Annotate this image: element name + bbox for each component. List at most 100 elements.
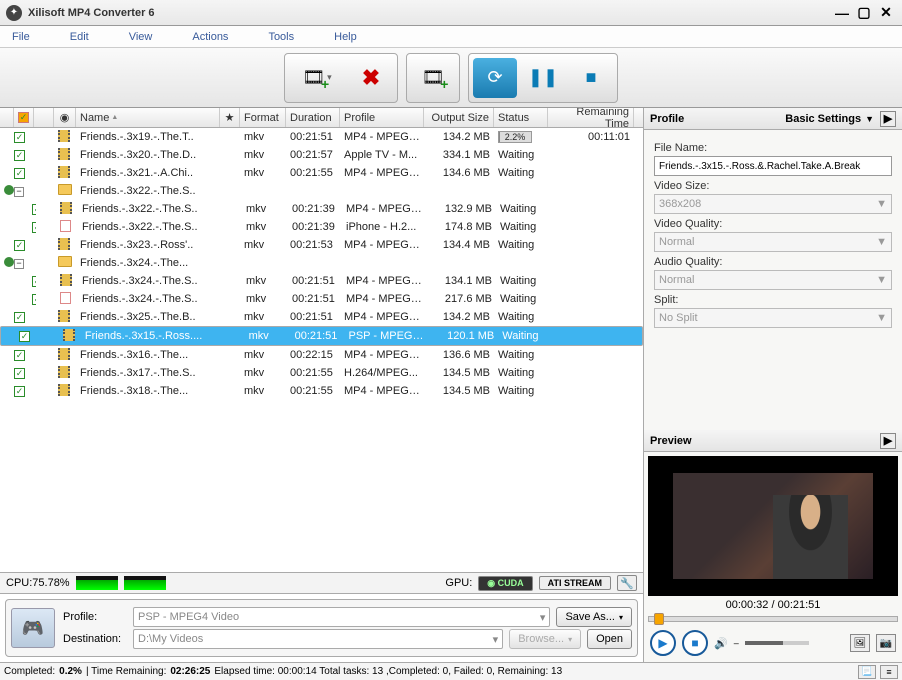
save-as-button[interactable]: Save As...▾ — [556, 607, 632, 627]
browse-button[interactable]: Browse...▾ — [509, 629, 581, 649]
row-output: 334.1 MB — [424, 148, 494, 162]
menu-tools[interactable]: Tools — [268, 31, 294, 43]
videoquality-select[interactable]: Normal▼ — [654, 232, 892, 252]
stop-button[interactable]: ■ — [569, 58, 613, 98]
table-row[interactable]: ✓Friends.-.3x22.-.The.S..mkv00:21:39MP4 … — [0, 200, 643, 218]
close-button[interactable]: ✕ — [876, 5, 896, 21]
seek-bar[interactable] — [648, 616, 898, 622]
header-checkall[interactable]: ✓ — [14, 108, 34, 127]
row-format: mkv — [242, 274, 288, 288]
menu-file[interactable]: File — [12, 31, 30, 43]
basic-settings-toggle[interactable]: Basic Settings▼ — [785, 113, 874, 125]
table-row[interactable]: ✓Friends.-.3x24.-.The.S..mkv00:21:51MP4 … — [0, 272, 643, 290]
table-row[interactable]: ✓Friends.-.3x23.-.Ross'..mkv00:21:53MP4 … — [0, 236, 643, 254]
volume-slider[interactable] — [745, 641, 809, 645]
table-row[interactable]: ✓Friends.-.3x24.-.The.S..mkv00:21:51MP4 … — [0, 290, 643, 308]
profile-select[interactable]: PSP - MPEG4 Video▾ — [133, 607, 550, 627]
menu-help[interactable]: Help — [334, 31, 357, 43]
row-status: Waiting — [496, 274, 550, 288]
row-duration: 00:21:51 — [286, 310, 340, 324]
snapshot-folder-button[interactable]: 🖼 — [850, 634, 870, 652]
table-row[interactable]: ✓Friends.-.3x20.-.The.D..mkv00:21:57Appl… — [0, 146, 643, 164]
menu-edit[interactable]: Edit — [70, 31, 89, 43]
row-checkbox[interactable]: ✓ — [14, 132, 25, 143]
audioquality-select[interactable]: Normal▼ — [654, 270, 892, 290]
volume-icon[interactable]: 🔊 — [714, 637, 728, 650]
row-status: Waiting — [494, 348, 548, 362]
table-row[interactable]: ✓Friends.-.3x21.-.A.Chi..mkv00:21:55MP4 … — [0, 164, 643, 182]
destination-select[interactable]: D:\My Videos▾ — [133, 629, 503, 649]
row-remaining — [550, 280, 636, 282]
header-output[interactable]: Output Size — [424, 108, 494, 127]
film-icon — [54, 165, 76, 182]
row-format: mkv — [242, 202, 288, 216]
preview-collapse-button[interactable]: ▶ — [880, 433, 896, 449]
row-name: Friends.-.3x24.-.The.S.. — [78, 292, 222, 306]
expand-icon[interactable]: − — [14, 187, 24, 197]
header-star[interactable]: ★ — [220, 108, 240, 127]
row-checkbox[interactable]: ✓ — [14, 150, 25, 161]
remove-button[interactable]: ✖ — [349, 58, 393, 98]
open-button[interactable]: Open — [587, 629, 632, 649]
collapse-toggle[interactable] — [4, 185, 14, 195]
header-status[interactable]: Status — [494, 108, 548, 127]
log-button[interactable]: 📃 — [858, 665, 876, 679]
stop-preview-button[interactable]: ■ — [682, 630, 708, 656]
row-checkbox[interactable]: ✓ — [14, 168, 25, 179]
maximize-button[interactable]: ▢ — [854, 5, 874, 21]
row-checkbox[interactable]: ✓ — [19, 331, 30, 342]
profile-collapse-button[interactable]: ▶ — [880, 111, 896, 127]
table-row[interactable]: ✓Friends.-.3x19.-.The.T..mkv00:21:51MP4 … — [0, 128, 643, 146]
row-checkbox[interactable]: ✓ — [14, 312, 25, 323]
minimize-button[interactable]: — — [832, 5, 852, 21]
table-row[interactable]: ✓Friends.-.3x25.-.The.B..mkv00:21:51MP4 … — [0, 308, 643, 326]
table-row[interactable]: −Friends.-.3x24.-.The... — [0, 254, 643, 272]
list-button[interactable]: ≡ — [880, 665, 898, 679]
header-format[interactable]: Format — [240, 108, 286, 127]
menu-actions[interactable]: Actions — [192, 31, 228, 43]
preview-title: Preview — [650, 435, 692, 447]
pause-button[interactable]: ❚❚ — [521, 58, 565, 98]
expand-icon[interactable]: − — [14, 259, 24, 269]
title-bar: ✦ Xilisoft MP4 Converter 6 — ▢ ✕ — [0, 0, 902, 26]
filename-input[interactable] — [654, 156, 892, 176]
row-name: Friends.-.3x20.-.The.D.. — [76, 148, 220, 162]
row-format: mkv — [240, 348, 286, 362]
split-select[interactable]: No Split▼ — [654, 308, 892, 328]
row-duration: 00:21:39 — [288, 202, 342, 216]
play-button[interactable]: ▶ — [650, 630, 676, 656]
preview-video[interactable] — [648, 456, 898, 596]
videosize-select[interactable]: 368x208▼ — [654, 194, 892, 214]
header-profile[interactable]: Profile — [340, 108, 424, 127]
header-name[interactable]: Name▲ — [76, 108, 220, 127]
header-type-icon[interactable]: ◉ — [54, 108, 76, 127]
add-profile-button[interactable]: 🎞+ — [411, 58, 455, 98]
row-status — [494, 262, 548, 264]
row-checkbox[interactable]: ✓ — [14, 240, 25, 251]
settings-button[interactable]: 🔧 — [617, 575, 637, 591]
row-checkbox[interactable]: ✓ — [14, 368, 25, 379]
ati-badge: ATI STREAM — [539, 576, 611, 590]
table-row[interactable]: ✓Friends.-.3x17.-.The.S..mkv00:21:55H.26… — [0, 364, 643, 382]
row-duration: 00:22:15 — [286, 348, 340, 362]
row-status: Waiting — [494, 148, 548, 162]
snapshot-button[interactable]: 📷 — [876, 634, 896, 652]
table-row[interactable]: −Friends.-.3x22.-.The.S.. — [0, 182, 643, 200]
table-row[interactable]: ✓Friends.-.3x22.-.The.S..mkv00:21:39iPho… — [0, 218, 643, 236]
header-remaining[interactable]: Remaining Time — [548, 108, 634, 127]
table-row[interactable]: ✓Friends.-.3x18.-.The...mkv00:21:55MP4 -… — [0, 382, 643, 400]
add-file-button[interactable]: 🎞+ ▾ — [289, 58, 345, 98]
collapse-toggle[interactable] — [4, 257, 14, 267]
preview-panel-header: Preview ▶ — [644, 430, 902, 452]
row-checkbox[interactable]: ✓ — [14, 386, 25, 397]
table-row[interactable]: ✓Friends.-.3x15.-.Ross....mkv00:21:51PSP… — [0, 326, 643, 346]
header-duration[interactable]: Duration — [286, 108, 340, 127]
row-name: Friends.-.3x22.-.The.S.. — [78, 202, 222, 216]
menu-view[interactable]: View — [129, 31, 153, 43]
convert-button[interactable]: ⟳ — [473, 58, 517, 98]
row-duration: 00:21:51 — [288, 274, 342, 288]
row-checkbox[interactable]: ✓ — [14, 350, 25, 361]
row-duration: 00:21:53 — [286, 238, 340, 252]
row-format: mkv — [242, 220, 288, 234]
table-row[interactable]: ✓Friends.-.3x16.-.The...mkv00:22:15MP4 -… — [0, 346, 643, 364]
